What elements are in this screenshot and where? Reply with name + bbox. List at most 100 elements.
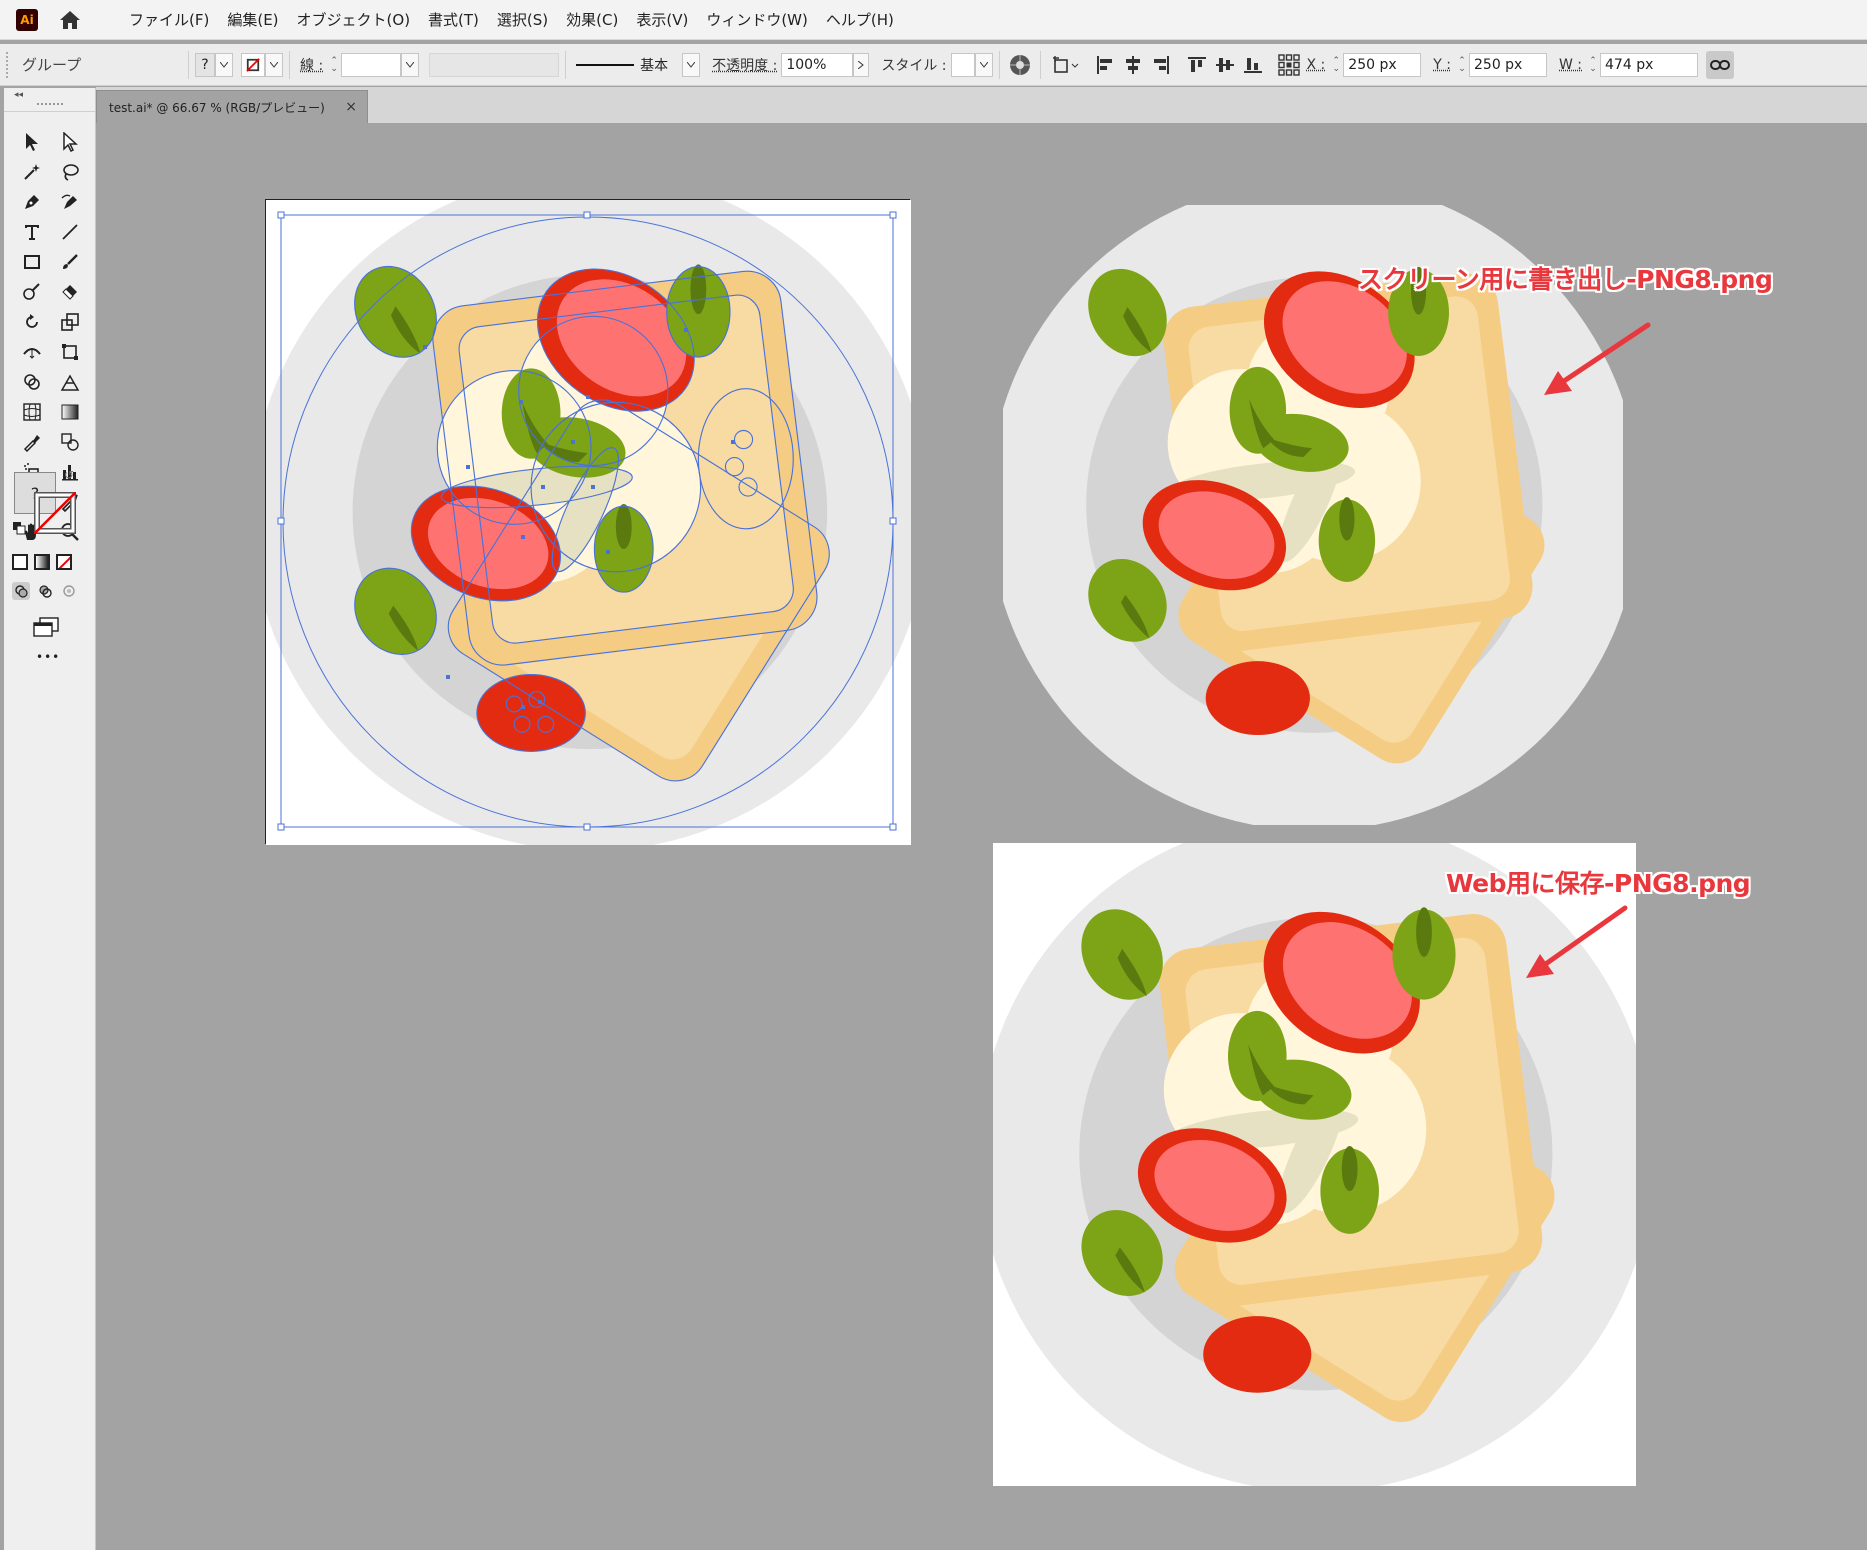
menu-items: ファイル(F) 編集(E) オブジェクト(O) 書式(T) 選択(S) 効果(C… bbox=[120, 9, 903, 30]
align-center-vertical-icon[interactable] bbox=[1211, 51, 1239, 79]
collapse-panel-icon[interactable]: ◂◂ bbox=[14, 90, 23, 100]
width-tool-icon[interactable] bbox=[18, 338, 46, 366]
annotation-arrow-1 bbox=[1544, 322, 1651, 395]
free-transform-tool-icon[interactable] bbox=[56, 338, 84, 366]
align-right-icon[interactable] bbox=[1147, 51, 1175, 79]
control-bar-grip[interactable] bbox=[6, 51, 10, 78]
exported-artwork-transparent bbox=[988, 178, 1641, 831]
color-mode-icon[interactable] bbox=[12, 554, 28, 570]
document-tab[interactable]: test.ai* @ 66.67 % (RGB/プレビュー) × bbox=[96, 90, 368, 123]
screen-mode-icon[interactable] bbox=[32, 616, 60, 642]
paintbrush-tool-icon[interactable] bbox=[56, 248, 84, 276]
w-label[interactable]: W : bbox=[1559, 57, 1582, 73]
divider bbox=[289, 50, 290, 79]
menu-object[interactable]: オブジェクト(O) bbox=[288, 9, 420, 30]
scale-tool-icon[interactable] bbox=[56, 308, 84, 336]
gradient-tool-icon[interactable] bbox=[56, 398, 84, 426]
document-tab-bar: test.ai* @ 66.67 % (RGB/プレビュー) × bbox=[96, 87, 1867, 123]
draw-inside-icon[interactable] bbox=[60, 582, 78, 600]
selection-tool-icon[interactable] bbox=[18, 128, 46, 156]
align-top-icon[interactable] bbox=[1183, 51, 1211, 79]
opacity-arrow[interactable] bbox=[853, 52, 870, 77]
menu-effect[interactable]: 効果(C) bbox=[557, 9, 627, 30]
menu-file[interactable]: ファイル(F) bbox=[120, 9, 218, 30]
annotation-save-for-web: Web用に保存-PNG8.png bbox=[1446, 869, 1751, 898]
menu-help[interactable]: ヘルプ(H) bbox=[817, 9, 903, 30]
type-tool-icon[interactable] bbox=[18, 218, 46, 246]
align-left-icon[interactable] bbox=[1091, 51, 1119, 79]
fill-stroke-widget: ? ↺ bbox=[10, 468, 90, 540]
fill-dropdown[interactable] bbox=[215, 52, 233, 77]
brush-stroke-preview bbox=[576, 63, 635, 66]
align-center-horizontal-icon[interactable] bbox=[1119, 51, 1147, 79]
gradient-mode-icon[interactable] bbox=[34, 554, 50, 570]
x-input[interactable]: 250 px bbox=[1343, 52, 1422, 77]
y-spinner[interactable]: ⌃ ⌄ bbox=[1455, 53, 1469, 77]
default-fill-stroke-icon[interactable] bbox=[12, 520, 26, 539]
w-spinner[interactable]: ⌃ ⌄ bbox=[1586, 53, 1600, 77]
menu-view[interactable]: 表示(V) bbox=[627, 9, 697, 30]
reference-point-icon[interactable] bbox=[1275, 51, 1303, 79]
stroke-weight-spinner[interactable]: ⌃ ⌄ bbox=[327, 53, 341, 77]
stroke-swatch-large[interactable] bbox=[33, 491, 77, 535]
chevron-down-icon bbox=[979, 61, 988, 68]
recolor-artwork-icon[interactable] bbox=[1006, 51, 1034, 79]
lasso-tool-icon[interactable] bbox=[56, 158, 84, 186]
curvature-tool-icon[interactable] bbox=[56, 188, 84, 216]
x-spinner[interactable]: ⌃ ⌄ bbox=[1329, 53, 1343, 77]
perspective-grid-tool-icon[interactable] bbox=[56, 368, 84, 396]
panel-grip[interactable] bbox=[37, 103, 63, 106]
constrain-proportions-icon[interactable] bbox=[1706, 50, 1735, 79]
draw-normal-icon[interactable] bbox=[12, 582, 30, 600]
transform-reference-icon[interactable] bbox=[1047, 51, 1083, 79]
menu-type[interactable]: 書式(T) bbox=[419, 9, 488, 30]
home-icon[interactable] bbox=[56, 6, 84, 34]
illustrator-logo[interactable]: Ai bbox=[16, 8, 38, 31]
magic-wand-tool-icon[interactable] bbox=[18, 158, 46, 186]
w-input[interactable]: 474 px bbox=[1600, 52, 1699, 77]
direct-selection-tool-icon[interactable] bbox=[56, 128, 84, 156]
y-input[interactable]: 250 px bbox=[1469, 52, 1547, 77]
stroke-dropdown[interactable] bbox=[265, 52, 283, 77]
align-bottom-icon[interactable] bbox=[1239, 51, 1267, 79]
y-label[interactable]: Y : bbox=[1433, 57, 1451, 73]
shaper-tool-icon[interactable] bbox=[18, 278, 46, 306]
brush-dropdown[interactable] bbox=[682, 52, 701, 77]
mesh-tool-icon[interactable] bbox=[18, 398, 46, 426]
rectangle-tool-icon[interactable] bbox=[18, 248, 46, 276]
artwork-selected[interactable] bbox=[250, 172, 929, 851]
close-icon[interactable]: × bbox=[345, 99, 357, 115]
opacity-label[interactable]: 不透明度 : bbox=[712, 55, 777, 75]
fill-swatch[interactable]: ? bbox=[195, 52, 215, 77]
opacity-input[interactable]: 100% bbox=[781, 52, 854, 77]
stroke-weight-input[interactable] bbox=[341, 52, 402, 77]
control-bar: グループ ? 線 : ⌃ ⌄ 基本 不透明度 : 100% スタイル : X : … bbox=[0, 44, 1867, 86]
line-segment-tool-icon[interactable] bbox=[56, 218, 84, 246]
artboard[interactable] bbox=[250, 172, 929, 851]
rotate-tool-icon[interactable] bbox=[18, 308, 46, 336]
none-mode-icon[interactable] bbox=[56, 554, 72, 570]
menu-edit[interactable]: 編集(E) bbox=[218, 9, 287, 30]
style-dropdown[interactable] bbox=[974, 52, 993, 77]
swap-fill-stroke-icon[interactable]: ↺ bbox=[64, 468, 74, 482]
tools-panel: ◂◂ ? ↺ ••• bbox=[4, 88, 96, 1550]
pen-tool-icon[interactable] bbox=[18, 188, 46, 216]
stroke-swatch[interactable] bbox=[241, 52, 265, 77]
shape-builder-tool-icon[interactable] bbox=[18, 368, 46, 396]
variable-width-profile[interactable] bbox=[429, 52, 560, 77]
style-label: スタイル : bbox=[881, 57, 947, 74]
stroke-weight-label: 線 : bbox=[300, 57, 324, 74]
menu-window[interactable]: ウィンドウ(W) bbox=[697, 9, 817, 30]
style-swatch[interactable] bbox=[950, 52, 975, 77]
brush-definition[interactable]: 基本 bbox=[572, 53, 682, 77]
draw-behind-icon[interactable] bbox=[36, 582, 54, 600]
menu-select[interactable]: 選択(S) bbox=[488, 9, 557, 30]
stroke-weight-dropdown[interactable] bbox=[401, 52, 420, 77]
eraser-tool-icon[interactable] bbox=[56, 278, 84, 306]
edit-toolbar-icon[interactable]: ••• bbox=[36, 650, 60, 664]
chevron-right-icon bbox=[858, 60, 865, 69]
x-label[interactable]: X : bbox=[1307, 57, 1326, 73]
exported-image-screens[interactable] bbox=[988, 178, 1641, 831]
blend-tool-icon[interactable] bbox=[56, 428, 84, 456]
eyedropper-tool-icon[interactable] bbox=[18, 428, 46, 456]
